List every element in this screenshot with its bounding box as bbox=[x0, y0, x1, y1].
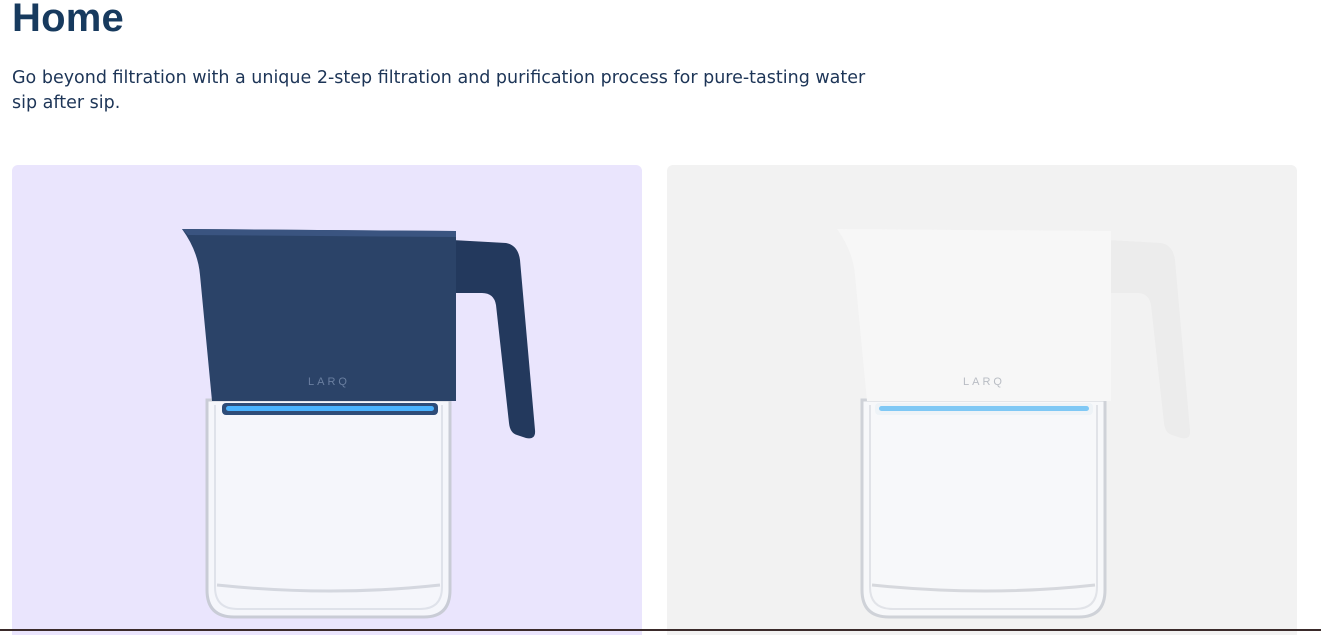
product-card[interactable]: LARQ bbox=[12, 165, 642, 635]
product-card[interactable]: LARQ bbox=[667, 165, 1297, 635]
pitcher-image: LARQ bbox=[667, 165, 1297, 635]
page-description: Go beyond filtration with a unique 2-ste… bbox=[12, 68, 866, 113]
pitcher-image: LARQ bbox=[12, 165, 642, 635]
brand-logo: LARQ bbox=[963, 376, 1005, 388]
page-title: Home bbox=[12, 0, 124, 40]
brand-logo: LARQ bbox=[308, 376, 350, 388]
